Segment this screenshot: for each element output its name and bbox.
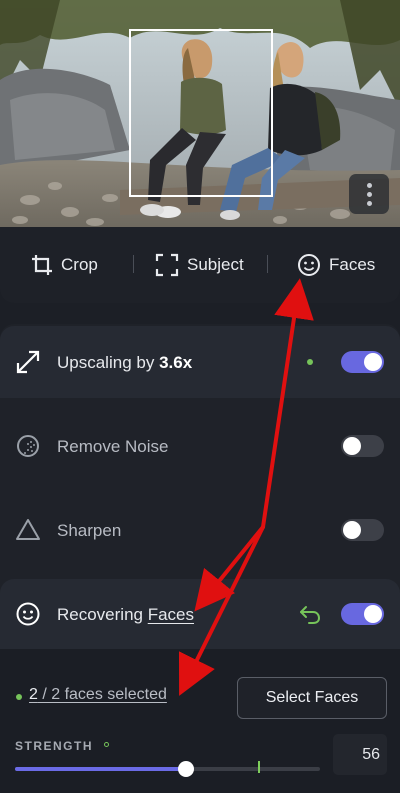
smile-icon [14,600,42,628]
more-options-button[interactable] [349,174,389,214]
upscale-factor: 3.6x [159,353,193,372]
select-faces-button[interactable]: Select Faces [237,677,387,719]
faces-link[interactable]: Faces [148,605,194,624]
smile-icon [298,254,320,276]
upscale-label: Upscaling by 3.6x [57,353,193,372]
crop-icon [32,255,52,275]
crop-tool-button[interactable]: Crop [31,251,98,279]
status-dot [307,359,313,365]
undo-icon[interactable] [298,604,322,626]
triangle-icon [14,516,42,544]
sharpen-row[interactable]: Sharpen [0,489,400,571]
strength-label: STRENGTH [15,739,93,753]
toggle-knob [364,353,382,371]
sharpen-label: Sharpen [57,521,122,540]
remove-noise-toggle[interactable] [341,435,384,457]
tool-divider [267,255,268,273]
faces-selected-suffix: / 2 faces selected [37,686,167,703]
sharpen-toggle[interactable] [341,519,384,541]
subject-label: Subject [187,255,244,274]
upscale-toggle[interactable] [341,351,384,373]
strength-slider[interactable] [15,761,320,777]
toggle-knob [364,605,382,623]
recover-faces-toggle[interactable] [341,603,384,625]
toggle-knob [343,437,361,455]
expand-icon [14,348,42,376]
faces-tool-button[interactable]: Faces [297,251,375,279]
recover-faces-row[interactable]: Recovering Faces [0,579,400,649]
strength-value-field[interactable]: 56 [333,734,387,775]
remove-noise-label: Remove Noise [57,437,169,456]
remove-noise-row[interactable]: Remove Noise [0,405,400,487]
status-dot [16,694,22,700]
photo-preview [0,0,400,227]
crop-label: Crop [61,255,98,274]
faces-selected-count: 2 [29,686,38,703]
subject-tool-button[interactable]: Subject [155,251,244,279]
subject-select-icon [155,253,179,277]
default-value-marker [258,761,260,773]
dot-icon [366,191,372,197]
dot-icon [366,182,372,188]
noise-icon [14,432,42,460]
tool-divider [133,255,134,273]
faces-label: Faces [329,255,376,274]
recover-faces-label: Recovering Faces [57,605,195,624]
toggle-knob [343,521,361,539]
face-crop-box[interactable] [129,29,273,197]
tool-bar: Crop Subject Faces [0,227,400,303]
faces-selected-link[interactable]: 2 / 2 faces selected [29,686,167,704]
slider-handle[interactable] [177,761,194,777]
upscale-row[interactable]: Upscaling by 3.6x [0,326,400,398]
dot-icon [366,200,372,206]
strength-modified-dot [104,742,109,747]
slider-fill [15,767,186,771]
